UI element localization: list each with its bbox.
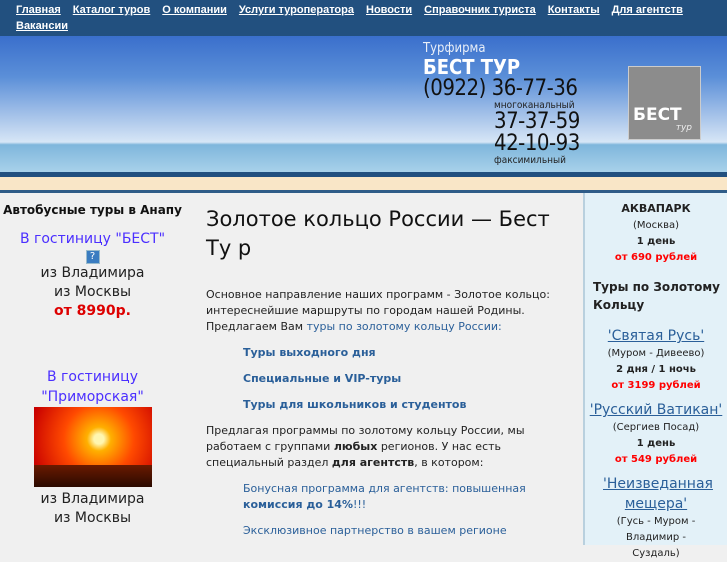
tour-link[interactable]: 'Святая Русь' bbox=[585, 326, 727, 346]
broken-image-icon: ? bbox=[85, 250, 100, 264]
brand-name: БЕСТ ТУР bbox=[423, 55, 521, 79]
text-bold: для агентств bbox=[331, 456, 415, 469]
hotel-best-link[interactable]: В гостиницу "БЕСТ" bbox=[0, 231, 185, 247]
phone-2: 37-37-59 bbox=[494, 109, 580, 134]
section-title: Туры по Золотому Кольцу bbox=[593, 280, 720, 312]
tour-price: от 3199 рублей bbox=[611, 380, 701, 391]
decor-band bbox=[0, 177, 727, 190]
phone-3-note: факсимильный bbox=[494, 155, 566, 166]
link-text: !!! bbox=[352, 498, 367, 511]
nav-vacancies[interactable]: Вакансии bbox=[16, 20, 68, 32]
logo-subtext: тур bbox=[675, 123, 692, 133]
vip-tours-link[interactable]: Специальные и VIP-туры bbox=[243, 371, 566, 387]
main-content: Золотое кольцо России — Бест Ту р Основн… bbox=[206, 193, 566, 539]
nav-row: Вакансии bbox=[16, 18, 727, 34]
tour-price: от 549 рублей bbox=[614, 454, 698, 465]
departure-city: из Владимира bbox=[40, 491, 145, 507]
aquapark-city: (Москва) bbox=[632, 220, 680, 231]
tour-days: 2 дня / 1 ночь bbox=[616, 364, 696, 375]
phone-1: 36-77-36 bbox=[491, 76, 578, 101]
image-wrap: ? bbox=[0, 247, 185, 265]
agent-links: Бонусная программа для агентств: повышен… bbox=[243, 481, 566, 539]
nav-guide[interactable]: Справочник туриста bbox=[424, 4, 536, 16]
tour-links: Туры выходного дня Специальные и VIP-тур… bbox=[243, 345, 566, 413]
tour-days: 1 день bbox=[636, 438, 676, 449]
tour-route: (Гусь - Муром - Владимир - Суздаль) bbox=[616, 516, 696, 559]
agents-paragraph: Предлагая программы по золотому кольцу Р… bbox=[206, 423, 566, 471]
tour-link[interactable]: 'Неизведанная мещера' bbox=[585, 474, 727, 514]
brand-subtitle: Турфирма bbox=[423, 41, 486, 56]
weekend-tours-link[interactable]: Туры выходного дня bbox=[243, 345, 566, 361]
hotel-primorskaya-link[interactable]: В гостиницу "Приморская" bbox=[33, 367, 153, 407]
text: , в котором: bbox=[414, 456, 484, 469]
golden-ring-link[interactable]: туры по золотому кольцу России: bbox=[307, 320, 502, 333]
nav-home[interactable]: Главная bbox=[16, 4, 61, 16]
price: от 8990р. bbox=[54, 303, 131, 319]
aquapark-title: АКВАПАРК bbox=[621, 202, 691, 215]
nav-contacts[interactable]: Контакты bbox=[548, 4, 600, 16]
departure-city: из Москвы bbox=[53, 510, 132, 526]
header-banner: Турфирма БЕСТ ТУР (0922) 36-77-36 многок… bbox=[0, 36, 727, 172]
bonus-program-link[interactable]: Бонусная программа для агентств: повышен… bbox=[243, 482, 526, 511]
right-sidebar: АКВАПАРК (Москва) 1 день от 690 рублей Т… bbox=[583, 193, 727, 559]
company-logo[interactable]: БЕСТ тур bbox=[628, 66, 701, 140]
tour-route: (Сергиев Посад) bbox=[612, 422, 700, 433]
left-sidebar: Автобусные туры в Анапу В гостиницу "БЕС… bbox=[0, 193, 185, 545]
link-text-bold: комиссия до 14% bbox=[243, 498, 353, 511]
tour-link[interactable]: 'Русский Ватикан' bbox=[585, 400, 727, 420]
partnership-link[interactable]: Эксклюзивное партнерство в вашем регионе bbox=[243, 523, 507, 539]
link-text: Бонусная программа для агентств: повышен… bbox=[243, 482, 526, 495]
nav-row: Главная Каталог туров О компании Услуги тур… bbox=[16, 2, 727, 18]
phone-code: (0922) bbox=[423, 76, 486, 101]
nav-catalog[interactable]: Каталог туров bbox=[73, 4, 151, 16]
page-title: Золотое кольцо России — Бест Ту р bbox=[206, 207, 550, 260]
phone-3: 42-10-93 bbox=[494, 131, 580, 156]
nav-about[interactable]: О компании bbox=[162, 4, 227, 16]
departure-city: из Москвы bbox=[53, 284, 132, 300]
departure-city: из Владимира bbox=[40, 265, 145, 281]
nav-services[interactable]: Услуги туроператора bbox=[239, 4, 354, 16]
text-bold: любых bbox=[333, 440, 378, 453]
phone-line: (0922) 36-77-36 bbox=[423, 78, 580, 100]
sunset-image[interactable] bbox=[33, 407, 152, 487]
aquapark-days: 1 день bbox=[636, 236, 676, 247]
intro-paragraph: Основное направление наших программ - Зо… bbox=[206, 287, 566, 335]
sidebar-title: Автобусные туры в Анапу bbox=[3, 203, 182, 217]
tour-route: (Муром - Дивеево) bbox=[607, 348, 705, 359]
top-nav: Главная Каталог туров О компании Услуги тур… bbox=[0, 0, 727, 36]
nav-news[interactable]: Новости bbox=[366, 4, 412, 16]
brand-block: Турфирма БЕСТ ТУР (0922) 36-77-36 многок… bbox=[423, 41, 580, 166]
logo-text: БЕСТ bbox=[633, 105, 682, 125]
aquapark-price: от 690 рублей bbox=[614, 252, 698, 263]
nav-agents[interactable]: Для агентств bbox=[612, 4, 683, 16]
student-tours-link[interactable]: Туры для школьников и студентов bbox=[243, 397, 566, 413]
